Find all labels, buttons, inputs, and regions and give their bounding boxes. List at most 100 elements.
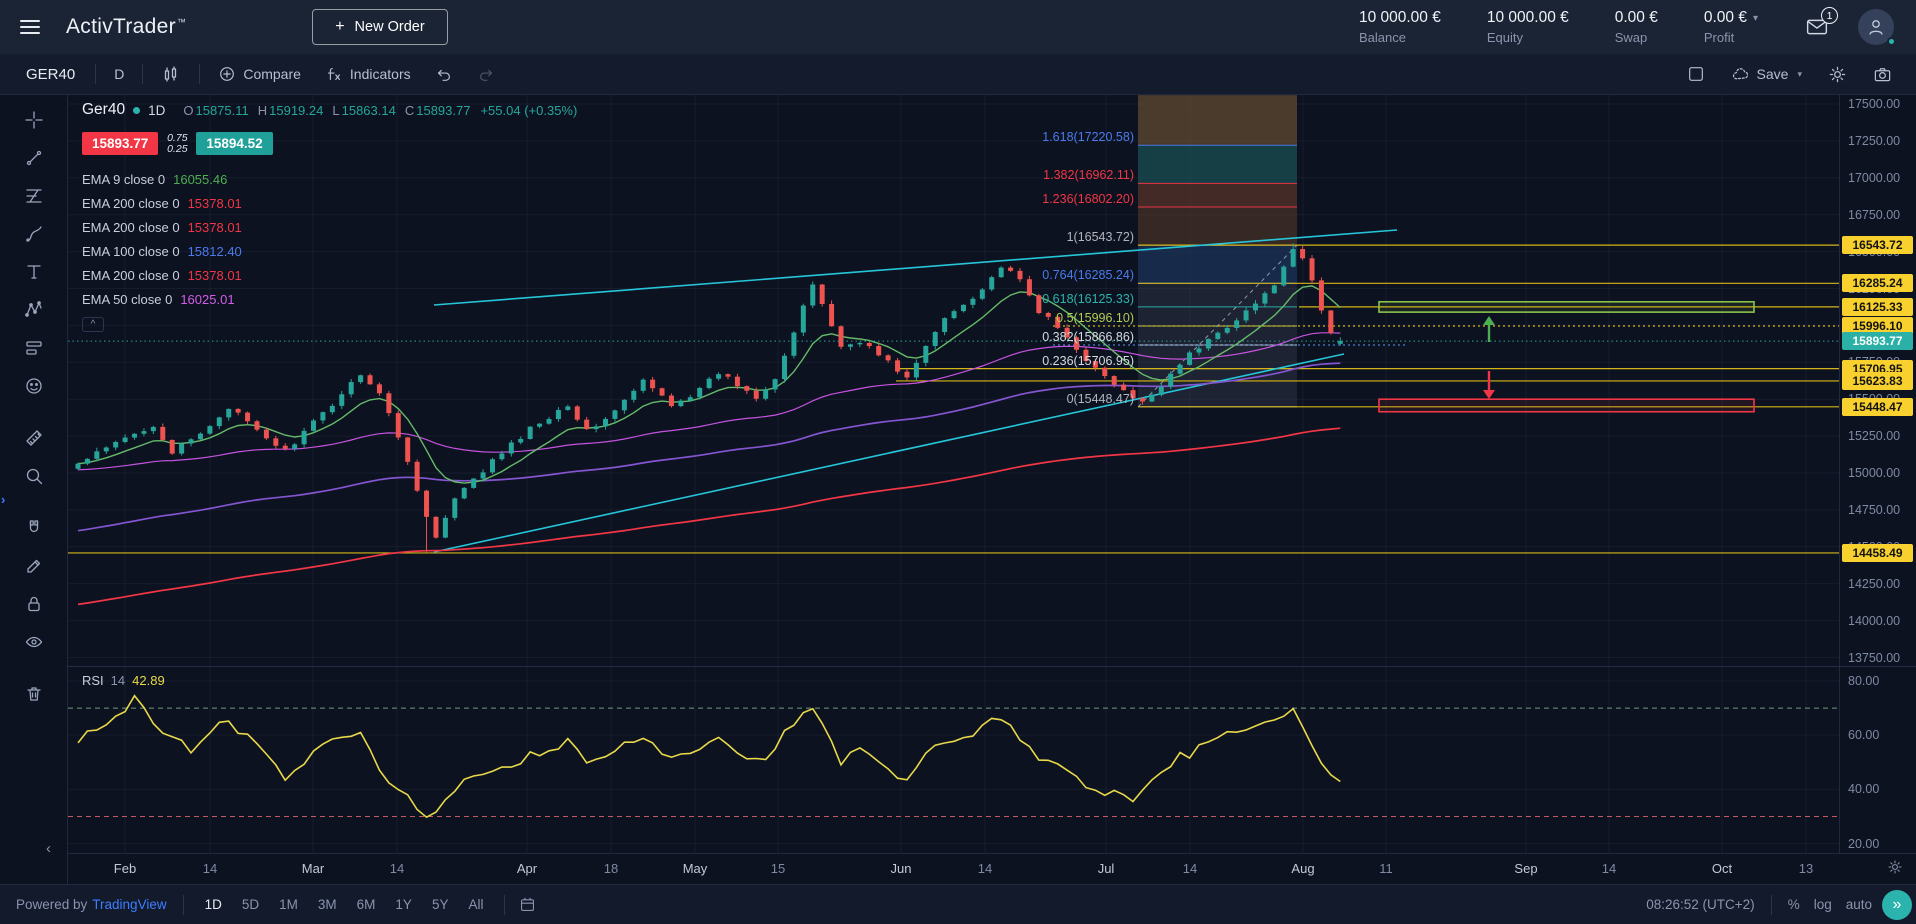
indicator-label: EMA 50 close 0 <box>82 292 172 307</box>
price-level-tag[interactable]: 16125.33 <box>1842 298 1913 316</box>
legend-symbol[interactable]: Ger40 <box>82 101 125 119</box>
range-button-1d[interactable]: 1D <box>196 892 231 917</box>
indicators-button[interactable]: Indicators <box>313 54 423 95</box>
brush-icon <box>24 224 44 244</box>
indicator-legend-row[interactable]: EMA 50 close 016025.01 <box>82 287 577 311</box>
indicator-legend-row[interactable]: EMA 200 close 015378.01 <box>82 215 577 239</box>
new-order-button[interactable]: + New Order <box>312 9 447 45</box>
range-button-1m[interactable]: 1M <box>270 892 307 917</box>
buy-price-button[interactable]: 15894.52 <box>196 132 272 155</box>
timezone-settings-button[interactable] <box>1887 859 1903 875</box>
range-button-3m[interactable]: 3M <box>309 892 346 917</box>
time-tick-label: Jul <box>1098 861 1115 876</box>
undo-button[interactable] <box>423 54 465 95</box>
save-layout-button[interactable]: Save ▾ <box>1719 54 1814 95</box>
pane-divider[interactable] <box>68 666 1916 667</box>
redo-button[interactable] <box>465 54 507 95</box>
notifications-button[interactable]: 1 <box>1806 16 1828 38</box>
caret-down-icon[interactable]: ▾ <box>1753 13 1758 24</box>
calendar-icon <box>519 896 536 913</box>
goto-realtime-button[interactable]: » <box>1882 890 1912 920</box>
main-menu-button[interactable] <box>20 16 40 38</box>
price-tick-label: 14750.00 <box>1848 503 1900 517</box>
tool-text-button[interactable] <box>15 253 53 291</box>
separator <box>183 895 184 915</box>
rsi-name: RSI <box>82 673 104 688</box>
time-tick-label: Feb <box>114 861 136 876</box>
tradingview-link[interactable]: TradingView <box>92 897 166 912</box>
tool-drawing-edit-button[interactable] <box>15 547 53 585</box>
stat-value: 10 000.00 € <box>1359 9 1441 27</box>
time-scale[interactable]: Feb14Mar14Apr18May15Jun14Jul14Aug11Sep14… <box>68 853 1916 884</box>
fib-level-label: 0.5(15996.10) <box>1056 311 1134 325</box>
tool-lock-button[interactable] <box>15 585 53 623</box>
favorites-toggle-button[interactable]: › <box>1 492 5 507</box>
indicator-value: 15812.40 <box>188 244 242 259</box>
current-price-tag[interactable]: 15893.77 <box>1842 332 1913 350</box>
chart-area[interactable]: Ger40 1D O15875.11H15919.24L15863.14C158… <box>68 95 1916 884</box>
layout-button[interactable] <box>1675 54 1717 95</box>
legend-collapse-button[interactable]: ^ <box>82 317 104 332</box>
account-stat[interactable]: 0.00 €▾Profit <box>1704 9 1758 45</box>
separator <box>504 895 505 915</box>
range-button-5y[interactable]: 5Y <box>423 892 458 917</box>
price-level-tag[interactable]: 15623.83 <box>1842 372 1913 390</box>
indicator-legend-row[interactable]: EMA 200 close 015378.01 <box>82 263 577 287</box>
tool-emoji-button[interactable] <box>15 367 53 405</box>
plus-icon: + <box>335 22 344 32</box>
tool-eye-button[interactable] <box>15 623 53 661</box>
range-button-all[interactable]: All <box>459 892 492 917</box>
price-level-tag[interactable]: 15448.47 <box>1842 398 1913 416</box>
price-scale[interactable]: 17500.0017250.0017000.0016750.0016500.00… <box>1839 95 1916 853</box>
measure-icon <box>24 428 44 448</box>
tool-magnet-button[interactable] <box>15 509 53 547</box>
price-level-tag[interactable]: 16285.24 <box>1842 274 1913 292</box>
time-tick-label: 14 <box>203 861 217 876</box>
indicators-fx-icon <box>325 65 343 83</box>
sell-price-button[interactable]: 15893.77 <box>82 132 158 155</box>
tool-xabcd-pattern-button[interactable] <box>15 291 53 329</box>
tool-trendline-button[interactable] <box>15 139 53 177</box>
time-tick-label: 15 <box>771 861 785 876</box>
fib-retracement-zone[interactable] <box>1138 95 1297 407</box>
tool-measure-button[interactable] <box>15 419 53 457</box>
chart-style-button[interactable] <box>149 54 193 95</box>
range-button-1y[interactable]: 1Y <box>386 892 421 917</box>
supply-zone <box>1379 302 1754 312</box>
redo-icon <box>477 65 495 83</box>
price-level-tag[interactable]: 16543.72 <box>1842 236 1913 254</box>
long-short-position-icon <box>24 338 44 358</box>
tool-zoom-button[interactable] <box>15 457 53 495</box>
price-zones[interactable] <box>1379 302 1754 412</box>
indicators-label: Indicators <box>350 66 411 82</box>
goto-date-button[interactable] <box>519 896 536 913</box>
tool-fib-retracement-button[interactable] <box>15 177 53 215</box>
indicator-legend-row[interactable]: EMA 100 close 015812.40 <box>82 239 577 263</box>
compare-button[interactable]: Compare <box>206 54 313 95</box>
tool-crosshair-button[interactable] <box>15 101 53 139</box>
range-button-6m[interactable]: 6M <box>348 892 385 917</box>
scale-log-button[interactable]: log <box>1814 897 1832 912</box>
scale-auto-button[interactable]: auto <box>1846 897 1872 912</box>
chart-settings-button[interactable] <box>1816 54 1859 95</box>
scale-%-button[interactable]: % <box>1788 897 1800 912</box>
pane-collapse-button[interactable]: ‹ <box>46 840 51 857</box>
tool-trash-button[interactable] <box>15 675 53 713</box>
online-status-dot <box>1887 37 1896 46</box>
interval-button[interactable]: D <box>102 54 136 95</box>
separator <box>1771 895 1772 915</box>
indicator-legend-row[interactable]: EMA 200 close 015378.01 <box>82 191 577 215</box>
screenshot-button[interactable] <box>1861 54 1904 95</box>
price-level-tag[interactable]: 14458.49 <box>1842 544 1913 562</box>
arrow-drawings[interactable] <box>1483 316 1495 399</box>
data-feed-dot <box>133 107 140 114</box>
symbol-button[interactable]: GER40 <box>12 66 89 83</box>
legend-interval: 1D <box>148 103 165 118</box>
range-button-5d[interactable]: 5D <box>233 892 268 917</box>
trash-icon <box>24 684 44 704</box>
tool-brush-button[interactable] <box>15 215 53 253</box>
account-avatar[interactable] <box>1858 9 1894 45</box>
tool-long-short-position-button[interactable] <box>15 329 53 367</box>
clock-label[interactable]: 08:26:52 (UTC+2) <box>1646 897 1754 912</box>
indicator-legend-row[interactable]: EMA 9 close 016055.46 <box>82 167 577 191</box>
